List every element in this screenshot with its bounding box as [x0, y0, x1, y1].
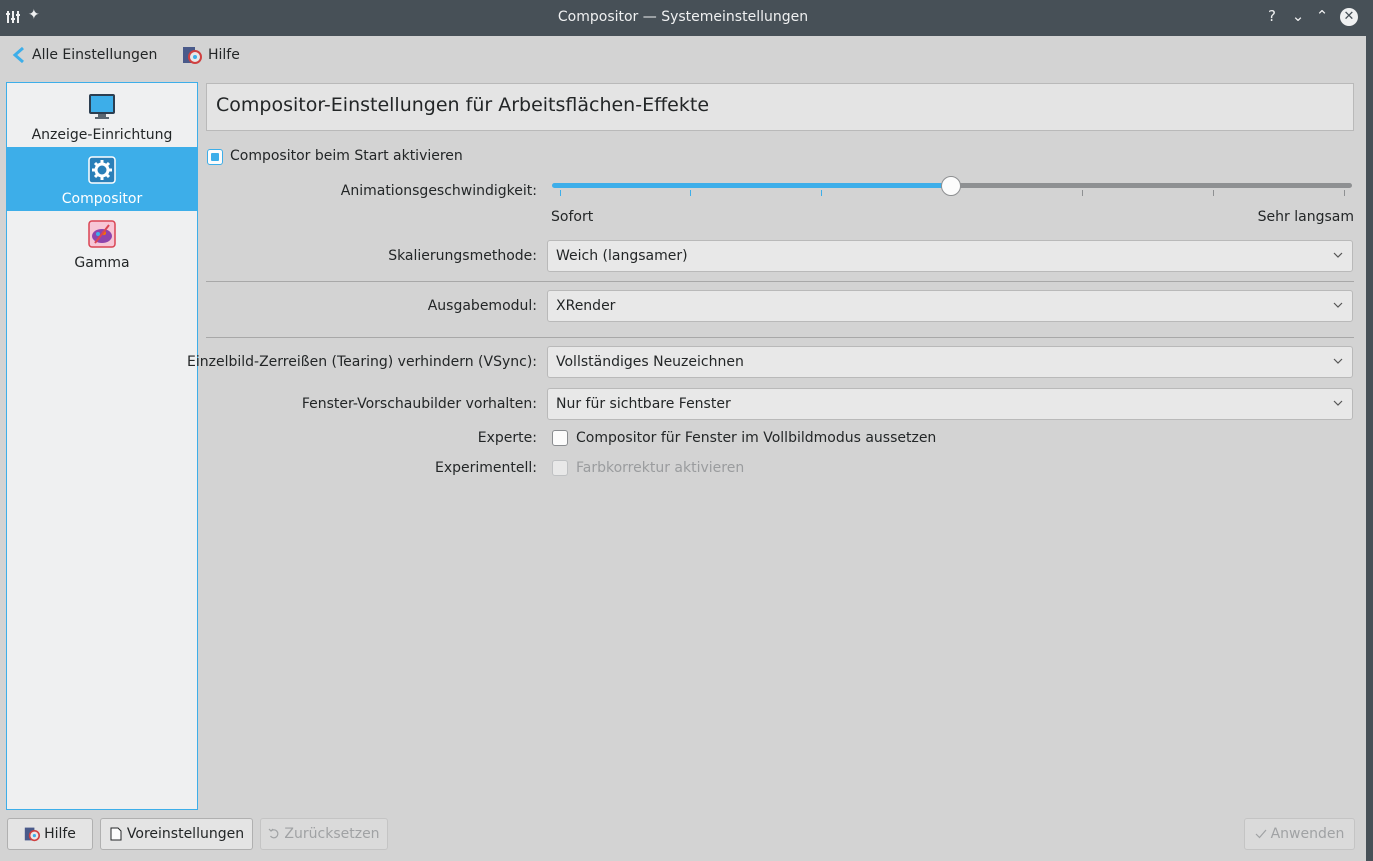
sidebar-item-display[interactable]: Anzeige-Einrichtung: [7, 83, 197, 147]
apply-button[interactable]: Anwenden: [1244, 818, 1355, 850]
slider-tick: [1082, 190, 1083, 196]
expert-label: Experte:: [477, 430, 537, 446]
suspend-fullscreen-label[interactable]: Compositor für Fenster im Vollbildmodus …: [576, 430, 936, 446]
slider-max-label: Sehr langsam: [1257, 209, 1354, 225]
slider-filled-track[interactable]: [552, 183, 950, 188]
slider-tick: [560, 190, 561, 196]
help-icon: [183, 47, 202, 64]
sidebar-item-label: Gamma: [74, 255, 130, 271]
color-correction-label: Farbkorrektur aktivieren: [576, 460, 745, 476]
maximize-button[interactable]: ⌃: [1312, 6, 1332, 26]
chevron-down-icon: [1333, 252, 1343, 258]
gear-icon: [88, 156, 116, 184]
title-bar: ✦ Compositor — Systemeinstellungen ? ⌄ ⌃…: [0, 0, 1366, 36]
backend-label: Ausgabemodul:: [427, 298, 537, 314]
footer-help-label: Hilfe: [44, 826, 76, 842]
back-arrow-icon: [12, 47, 24, 63]
back-label: Alle Einstellungen: [32, 47, 158, 63]
sidebar-item-compositor[interactable]: Compositor: [7, 147, 197, 211]
slider-empty-track[interactable]: [950, 183, 1352, 188]
backend-value: XRender: [556, 298, 616, 314]
separator: [206, 337, 1354, 338]
vsync-value: Vollständiges Neuzeichnen: [556, 354, 744, 370]
enable-on-start-label[interactable]: Compositor beim Start aktivieren: [230, 148, 463, 164]
color-correction-checkbox[interactable]: [552, 460, 568, 476]
backend-combobox[interactable]: XRender: [547, 290, 1353, 322]
vsync-label: Einzelbild-Zerreißen (Tearing) verhinder…: [187, 354, 537, 370]
chevron-down-icon: [1333, 400, 1343, 406]
scaling-value: Weich (langsamer): [556, 248, 688, 264]
toolbar-help-label: Hilfe: [208, 47, 240, 63]
close-button[interactable]: ✕: [1340, 8, 1358, 26]
undo-icon: [268, 828, 279, 839]
slider-tick: [1213, 190, 1214, 196]
animation-speed-slider-handle[interactable]: [941, 176, 961, 196]
context-help-button[interactable]: ?: [1262, 6, 1282, 26]
toolbar-help-button[interactable]: Hilfe: [182, 44, 240, 66]
sidebar-item-label: Compositor: [61, 191, 143, 207]
reset-label: Zurücksetzen: [284, 826, 380, 842]
slider-tick: [690, 190, 691, 196]
palette-icon: [88, 220, 116, 248]
footer-help-button[interactable]: Hilfe: [7, 818, 93, 850]
vsync-combobox[interactable]: Vollständiges Neuzeichnen: [547, 346, 1353, 378]
slider-tick: [821, 190, 822, 196]
document-icon: [110, 827, 122, 841]
monitor-icon: [89, 94, 115, 119]
apply-label: Anwenden: [1270, 826, 1345, 842]
minimize-button[interactable]: ⌄: [1288, 6, 1308, 26]
toolbar: Alle Einstellungen Hilfe: [0, 36, 1366, 74]
defaults-label: Voreinstellungen: [126, 826, 245, 842]
back-button[interactable]: Alle Einstellungen: [12, 44, 157, 66]
suspend-fullscreen-checkbox[interactable]: [552, 430, 568, 446]
slider-min-label: Sofort: [551, 209, 594, 225]
separator: [206, 281, 1354, 282]
help-icon: [24, 827, 41, 842]
thumbnails-combobox[interactable]: Nur für sichtbare Fenster: [547, 388, 1353, 420]
chevron-down-icon: [1333, 302, 1343, 308]
sidebar: Anzeige-Einrichtung Compositor Gamma: [6, 82, 198, 810]
thumbnails-label: Fenster-Vorschaubilder vorhalten:: [301, 396, 537, 412]
chevron-down-icon: [1333, 358, 1343, 364]
defaults-button[interactable]: Voreinstellungen: [100, 818, 253, 850]
scaling-combobox[interactable]: Weich (langsamer): [547, 240, 1353, 272]
slider-tick: [1344, 190, 1345, 196]
window-title: Compositor — Systemeinstellungen: [557, 9, 809, 25]
scaling-label: Skalierungsmethode:: [388, 248, 537, 264]
page-header: Compositor-Einstellungen für Arbeitsfläc…: [206, 83, 1354, 131]
settings-window: ✦ Compositor — Systemeinstellungen ? ⌄ ⌃…: [0, 0, 1366, 861]
sidebar-item-gamma[interactable]: Gamma: [7, 211, 197, 275]
reset-button[interactable]: Zurücksetzen: [260, 818, 388, 850]
experimental-label: Experimentell:: [435, 460, 537, 476]
sidebar-item-label: Anzeige-Einrichtung: [31, 127, 173, 143]
check-icon: [1255, 829, 1267, 839]
thumbnails-value: Nur für sichtbare Fenster: [556, 396, 731, 412]
page-title: Compositor-Einstellungen für Arbeitsfläc…: [216, 94, 710, 116]
animation-speed-label: Animationsgeschwindigkeit:: [340, 183, 537, 199]
enable-on-start-checkbox[interactable]: [207, 149, 223, 165]
